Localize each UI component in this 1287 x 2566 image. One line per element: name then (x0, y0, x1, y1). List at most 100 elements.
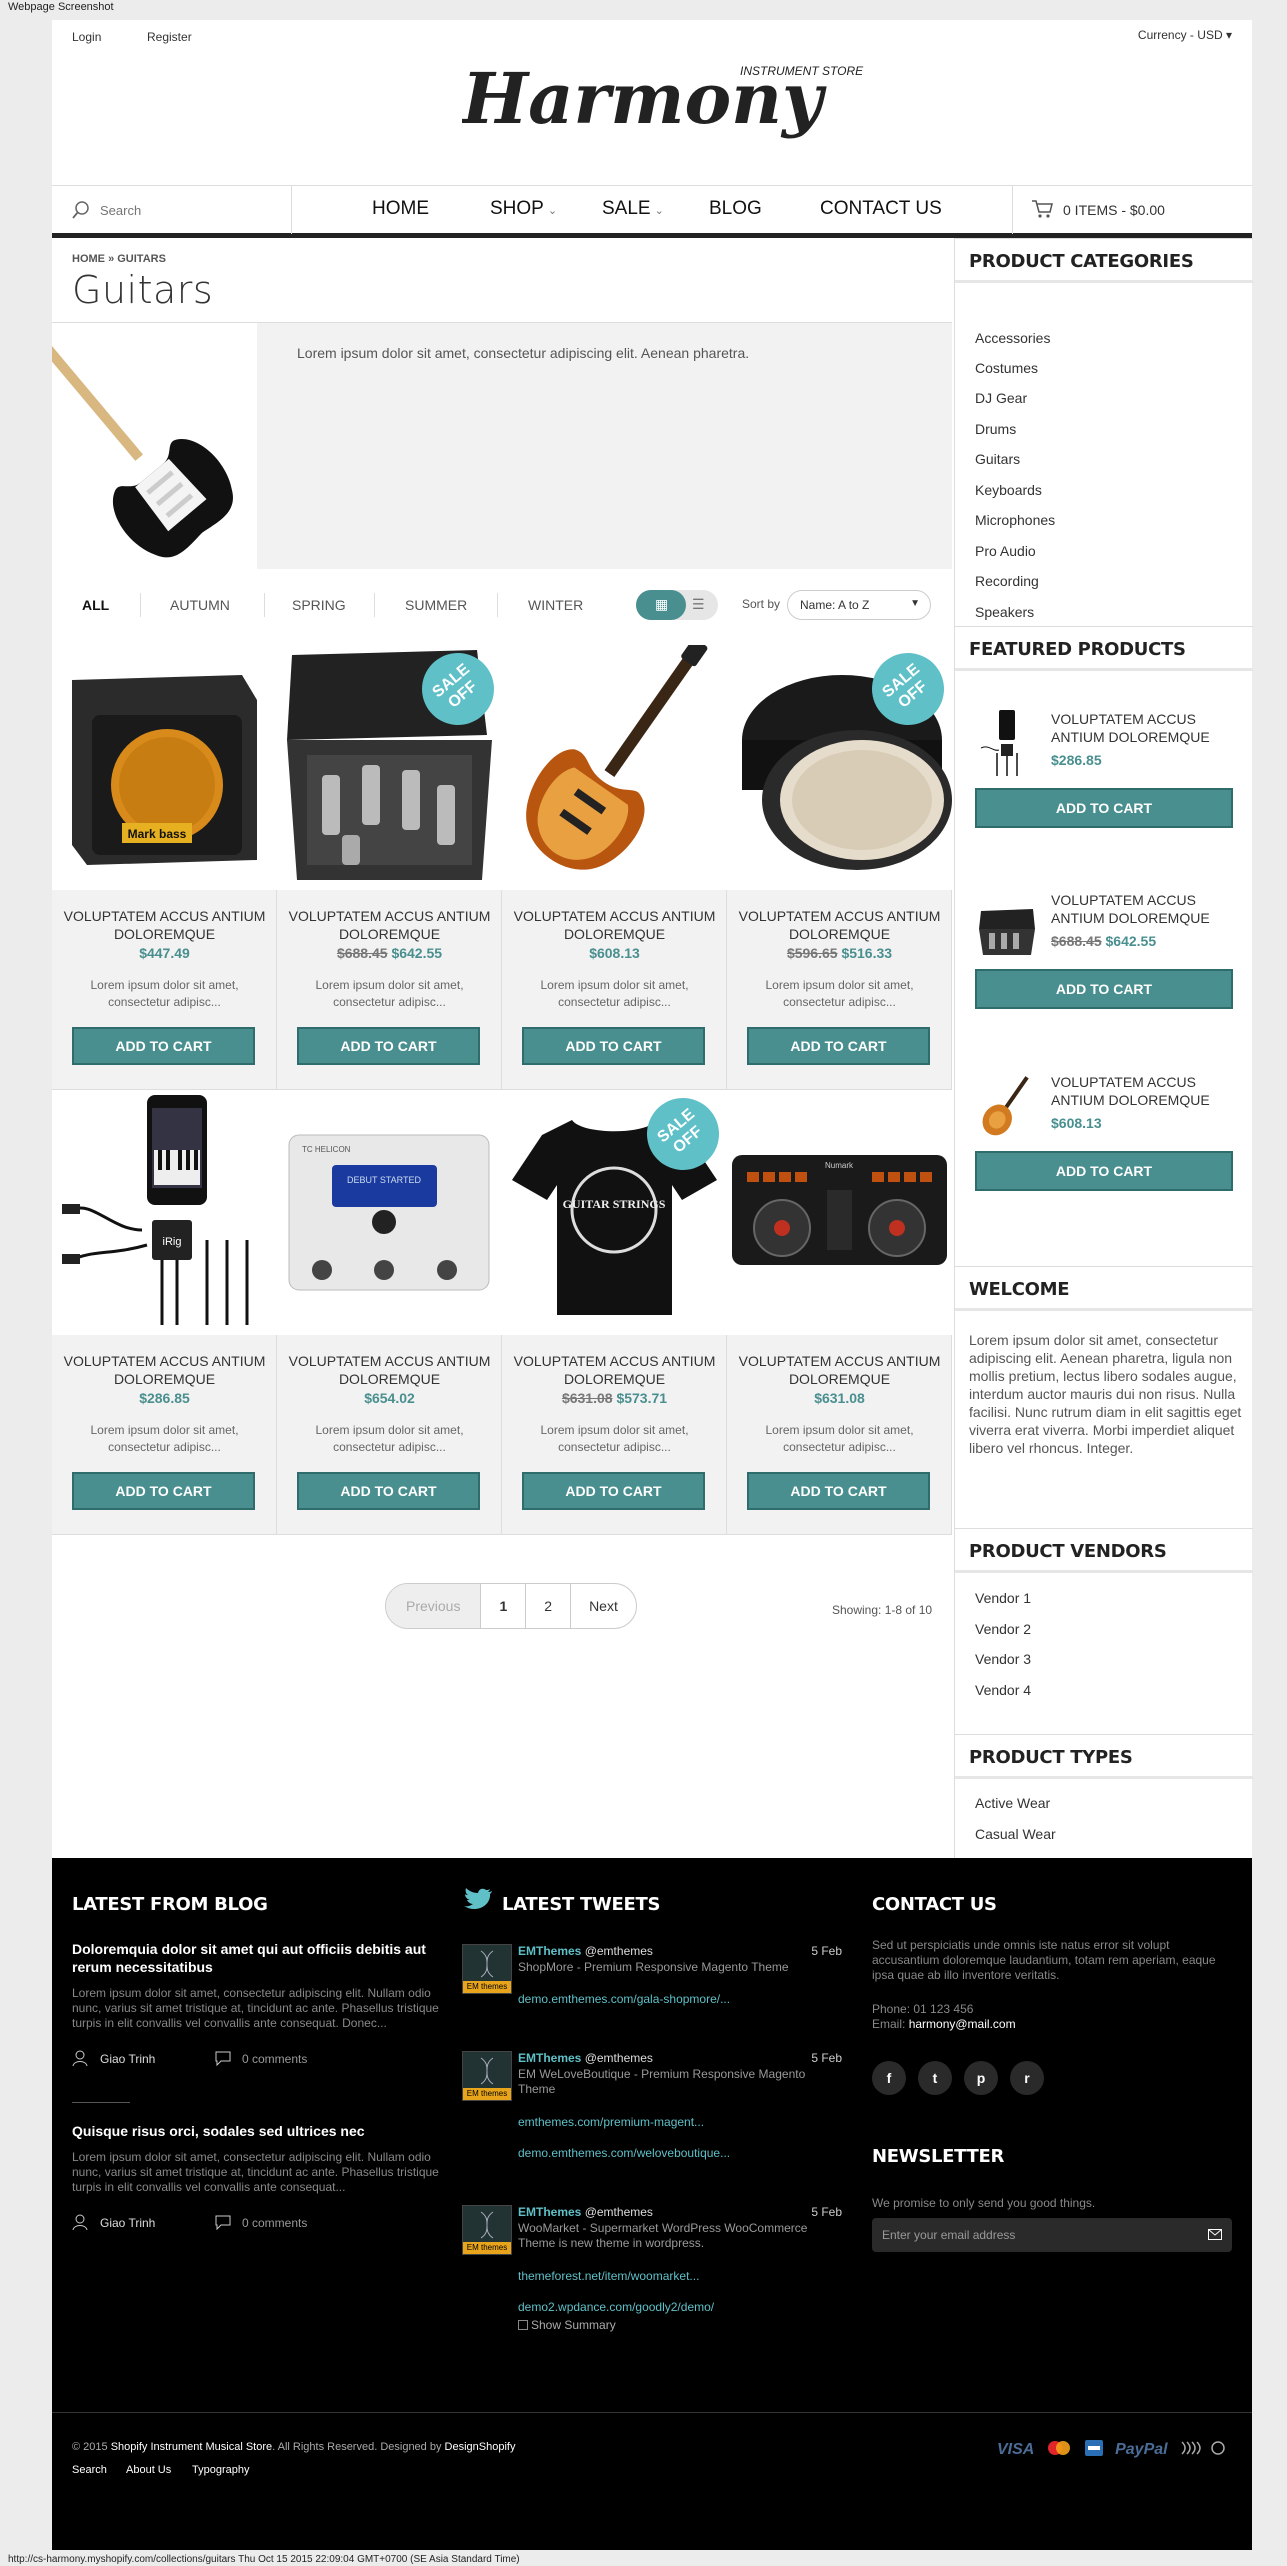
featured-name[interactable]: VOLUPTATEM ACCUS ANTIUM DOLOREMQUE (1051, 1073, 1231, 1109)
blog-comments[interactable]: 0 comments (242, 2052, 307, 2066)
tweet-link[interactable]: demo2.wpdance.com/goodly2/demo/ (518, 2300, 714, 2314)
tweet-link[interactable]: demo.emthemes.com/gala-shopmore/... (518, 1992, 730, 2006)
search-input[interactable] (100, 198, 280, 222)
grid-view-button[interactable]: ▦ (636, 590, 686, 620)
electric-guitar-image[interactable] (502, 645, 727, 890)
facebook-icon[interactable]: f (872, 2061, 906, 2095)
currency-selector[interactable]: Currency - USD ▾ (1138, 28, 1232, 42)
tweet-avatar[interactable]: EM themes (462, 2205, 512, 2255)
type-link[interactable]: Casual Wear (975, 1826, 1056, 1842)
category-link[interactable]: Keyboards (975, 482, 1042, 498)
tweet-avatar[interactable]: EM themes (462, 2051, 512, 2101)
featured-name[interactable]: VOLUPTATEM ACCUS ANTIUM DOLOREMQUE (1051, 710, 1231, 746)
product-name[interactable]: VOLUPTATEM ACCUS ANTIUM DOLOREMQUE (62, 907, 267, 943)
designer-link[interactable]: DesignShopify (445, 2441, 516, 2453)
add-to-cart-button[interactable]: ADD TO CART (522, 1027, 705, 1065)
category-link[interactable]: DJ Gear (975, 390, 1027, 406)
category-link[interactable]: Pro Audio (975, 543, 1036, 559)
cart-button[interactable]: 0 ITEMS - $0.00 (1012, 186, 1252, 234)
product-name[interactable]: VOLUPTATEM ACCUS ANTIUM DOLOREMQUE (737, 907, 942, 943)
featured-thumb-irig[interactable] (977, 708, 1037, 778)
amp-image[interactable]: Mark bass (52, 645, 277, 890)
store-name-link[interactable]: Shopify Instrument Musical Store (111, 2441, 272, 2453)
contact-email-link[interactable]: harmony@mail.com (909, 2017, 1016, 2031)
tweet-link[interactable]: themeforest.net/item/woomarket... (518, 2269, 699, 2283)
blog-post-title[interactable]: Quisque risus orci, sodales sed ultrices… (72, 2122, 452, 2140)
nav-home[interactable]: HOME (372, 198, 429, 220)
product-name[interactable]: VOLUPTATEM ACCUS ANTIUM DOLOREMQUE (737, 1352, 942, 1388)
blog-post-title[interactable]: Doloremquia dolor sit amet qui aut offic… (72, 1940, 452, 1976)
footer-link-typography[interactable]: Typography (192, 2464, 249, 2476)
register-link[interactable]: Register (147, 30, 192, 44)
product-name[interactable]: VOLUPTATEM ACCUS ANTIUM DOLOREMQUE (62, 1352, 267, 1388)
page-button-1[interactable]: 1 (481, 1584, 527, 1628)
footer-link-about[interactable]: About Us (126, 2464, 171, 2476)
product-name[interactable]: VOLUPTATEM ACCUS ANTIUM DOLOREMQUE (287, 907, 492, 943)
tweet-author[interactable]: EMThemes @emthemes (518, 2205, 653, 2219)
product-name[interactable]: VOLUPTATEM ACCUS ANTIUM DOLOREMQUE (287, 1352, 492, 1388)
dj-controller-image[interactable]: Numark (727, 1090, 952, 1335)
add-to-cart-button[interactable]: ADD TO CART (297, 1472, 480, 1510)
add-to-cart-button[interactable]: ADD TO CART (297, 1027, 480, 1065)
add-to-cart-button[interactable]: ADD TO CART (72, 1472, 255, 1510)
previous-page-button[interactable]: Previous (386, 1584, 482, 1628)
category-link[interactable]: Speakers (975, 604, 1034, 620)
add-to-cart-button[interactable]: ADD TO CART (975, 969, 1233, 1009)
irig-keys-image[interactable]: iRig (52, 1090, 277, 1335)
twitter-social-icon[interactable]: t (918, 2061, 952, 2095)
category-link[interactable]: Costumes (975, 360, 1038, 376)
category-link[interactable]: Recording (975, 573, 1039, 589)
tweet-avatar[interactable]: EM themes (462, 1944, 512, 1994)
filter-tab-winter[interactable]: WINTER (528, 597, 583, 613)
add-to-cart-button[interactable]: ADD TO CART (975, 788, 1233, 828)
add-to-cart-button[interactable]: ADD TO CART (522, 1472, 705, 1510)
category-link[interactable]: Accessories (975, 330, 1050, 346)
category-link[interactable]: Guitars (975, 451, 1020, 467)
vendor-link[interactable]: Vendor 1 (975, 1590, 1031, 1606)
rss-icon[interactable]: r (1010, 2061, 1044, 2095)
show-summary-link[interactable]: Show Summary (518, 2318, 616, 2332)
type-link[interactable]: Active Wear (975, 1795, 1050, 1811)
nav-sale[interactable]: SALE ⌄ (602, 198, 664, 220)
vendor-link[interactable]: Vendor 3 (975, 1651, 1031, 1667)
blog-author[interactable]: Giao Trinh (100, 2052, 155, 2066)
featured-name[interactable]: VOLUPTATEM ACCUS ANTIUM DOLOREMQUE (1051, 891, 1231, 927)
category-link[interactable]: Microphones (975, 512, 1055, 528)
add-to-cart-button[interactable]: ADD TO CART (975, 1151, 1233, 1191)
pinterest-icon[interactable]: p (964, 2061, 998, 2095)
filter-tab-autumn[interactable]: AUTUMN (170, 597, 230, 613)
featured-thumb-guitar[interactable] (977, 1071, 1037, 1141)
add-to-cart-button[interactable]: ADD TO CART (747, 1027, 930, 1065)
next-page-button[interactable]: Next (571, 1584, 636, 1628)
filter-tab-spring[interactable]: SPRING (292, 597, 346, 613)
tweet-author[interactable]: EMThemes @emthemes (518, 1944, 653, 1958)
nav-blog[interactable]: BLOG (709, 198, 762, 220)
filter-tab-all[interactable]: ALL (82, 597, 109, 613)
footer-link-search[interactable]: Search (72, 2464, 107, 2476)
add-to-cart-button[interactable]: ADD TO CART (72, 1027, 255, 1065)
logo[interactable]: INSTRUMENT STORE Harmony (462, 45, 882, 155)
vendor-link[interactable]: Vendor 2 (975, 1621, 1031, 1637)
category-link[interactable]: Drums (975, 421, 1016, 437)
nav-contact[interactable]: CONTACT US (820, 198, 942, 220)
vocal-processor-image[interactable]: TC HELICON DEBUT STARTED (277, 1090, 502, 1335)
login-link[interactable]: Login (72, 30, 101, 44)
blog-comments[interactable]: 0 comments (242, 2216, 307, 2230)
filter-tab-summer[interactable]: SUMMER (405, 597, 467, 613)
product-name[interactable]: VOLUPTATEM ACCUS ANTIUM DOLOREMQUE (512, 1352, 717, 1388)
breadcrumb-home[interactable]: HOME (72, 253, 105, 265)
page-button-2[interactable]: 2 (526, 1584, 572, 1628)
tweet-link[interactable]: demo.emthemes.com/weloveboutique... (518, 2146, 730, 2160)
add-to-cart-button[interactable]: ADD TO CART (747, 1472, 930, 1510)
blog-author[interactable]: Giao Trinh (100, 2216, 155, 2230)
newsletter-input[interactable]: Enter your email address (872, 2218, 1232, 2252)
search-box[interactable] (52, 186, 292, 234)
sort-select[interactable]: Name: A to Z ▼ (787, 590, 931, 620)
featured-thumb-mic-case[interactable] (977, 889, 1037, 959)
product-name[interactable]: VOLUPTATEM ACCUS ANTIUM DOLOREMQUE (512, 907, 717, 943)
envelope-icon[interactable] (1208, 2229, 1222, 2240)
vendor-link[interactable]: Vendor 4 (975, 1682, 1031, 1698)
tweet-link[interactable]: emthemes.com/premium-magent... (518, 2115, 704, 2129)
tweet-author[interactable]: EMThemes @emthemes (518, 2051, 653, 2065)
nav-shop[interactable]: SHOP ⌄ (490, 198, 557, 220)
